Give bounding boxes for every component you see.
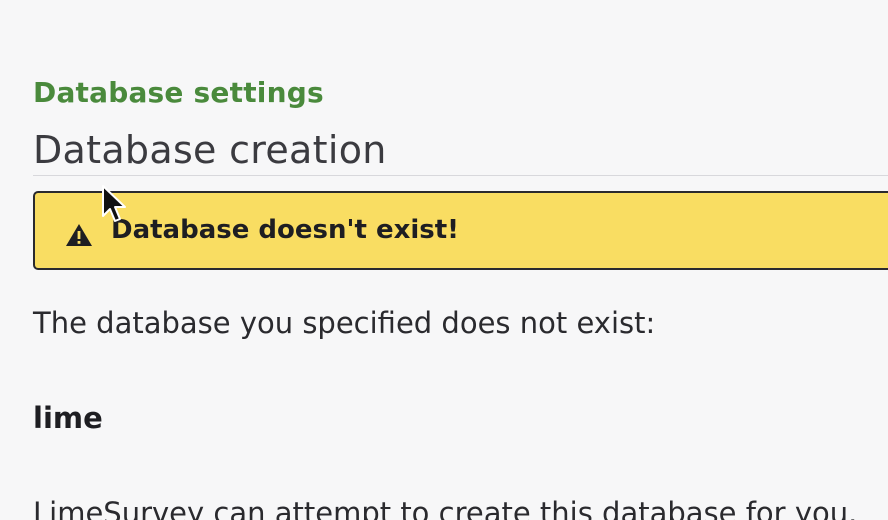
warning-icon [65, 223, 93, 247]
page: Database settings Database creation Data… [0, 0, 888, 520]
followup-text: LimeSurvey can attempt to create this da… [33, 496, 858, 520]
page-title: Database creation [33, 128, 387, 172]
intro-text: The database you specified does not exis… [33, 306, 656, 340]
alert-message: Database doesn't exist! [111, 215, 460, 245]
warning-alert: Database doesn't exist! [33, 191, 888, 270]
title-divider [33, 175, 888, 176]
section-label: Database settings [33, 76, 324, 109]
database-name: lime [33, 401, 103, 435]
mouse-pointer-icon [101, 184, 129, 224]
